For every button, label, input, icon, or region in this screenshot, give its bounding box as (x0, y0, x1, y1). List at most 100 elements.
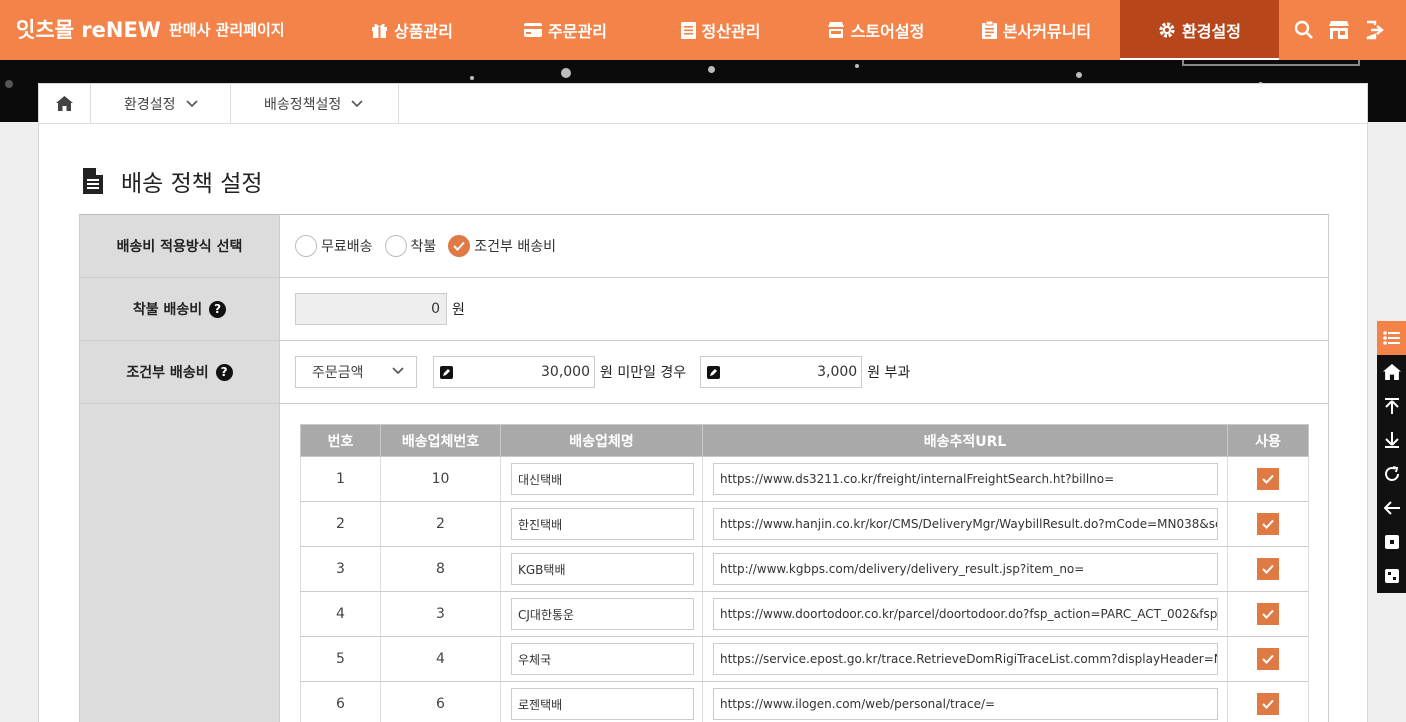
tracking-url-input[interactable]: http://www.kgbps.com/delivery/delivery_r… (713, 553, 1218, 585)
page-title-text: 배송 정책 설정 (121, 171, 263, 197)
right-quick-toolbar (1377, 321, 1406, 593)
breadcrumb: 환경설정 배송정책설정 (39, 84, 1367, 124)
search-icon[interactable] (1294, 20, 1314, 40)
clipboard-icon (981, 21, 997, 39)
nav-order[interactable]: 주문관리 (488, 0, 643, 60)
cell-code: 6 (380, 681, 501, 722)
main-nav: 상품관리 주문관리 정산관리 스토어설정 본사커뮤니티 환경설정 (336, 0, 1279, 60)
select-value: 주문금액 (312, 365, 364, 381)
home-icon (56, 96, 73, 111)
use-checkbox[interactable] (1257, 693, 1279, 715)
store-icon (827, 22, 844, 38)
cond-value-cell: 주문금액 30,000 원 미만일 경우 3,000 원 부과 (279, 341, 1329, 403)
radio-circle[interactable] (384, 235, 407, 257)
nav-settlement[interactable]: 정산관리 (643, 0, 798, 60)
tracking-url-input[interactable]: https://service.epost.go.kr/trace.Retrie… (713, 643, 1218, 675)
pencil-icon (707, 365, 721, 379)
nav-store[interactable]: 스토어설정 (798, 0, 953, 60)
radio-circle[interactable] (295, 235, 317, 257)
check-icon (1262, 519, 1274, 529)
dice-icon (1384, 569, 1399, 583)
nav-settings[interactable]: 환경설정 (1120, 0, 1279, 60)
use-checkbox[interactable] (1257, 648, 1279, 670)
carrier-name-input[interactable]: CJ대한통운 (511, 598, 694, 630)
top-nav-bar: 잇츠몰 reNEW 판매사 관리페이지 상품관리 주문관리 정산관리 스토어설정… (0, 0, 1406, 60)
nav-label: 환경설정 (1182, 22, 1241, 41)
storefront-icon[interactable] (1328, 20, 1350, 40)
breadcrumb-level2[interactable]: 배송정책설정 (231, 84, 399, 123)
gift-icon (372, 23, 388, 38)
tracking-url-input[interactable]: https://www.ilogen.com/web/personal/trac… (713, 688, 1218, 720)
tracking-url-input[interactable]: https://www.doortodoor.co.kr/parcel/door… (713, 598, 1218, 630)
cond-text-2: 원 부과 (867, 365, 911, 381)
chevron-down-icon (185, 99, 198, 107)
radio-cod[interactable]: 착불 (384, 235, 436, 257)
col-use: 사용 (1227, 424, 1309, 457)
table-row: 2 2 한진택배 https://www.hanjin.co.kr/kor/CM… (300, 501, 1309, 547)
fee-input[interactable]: 3,000 (700, 356, 863, 388)
top-icons (1294, 0, 1384, 60)
won-unit: 원 (452, 302, 465, 318)
method-options: 무료배송 착불 조건부 배송비 (279, 215, 1329, 277)
arrow-left-icon (1383, 501, 1400, 515)
use-checkbox[interactable] (1257, 468, 1279, 490)
check-icon (1262, 654, 1274, 664)
fee-value: 3,000 (817, 364, 858, 380)
tracking-url-input[interactable]: https://www.hanjin.co.kr/kor/CMS/Deliver… (713, 508, 1218, 540)
tracking-url-input[interactable]: https://www.ds3211.co.kr/freight/interna… (713, 463, 1218, 495)
home-button[interactable] (1377, 355, 1406, 389)
card-icon (524, 23, 543, 37)
row-cod: 착불 배송비 ? 0 원 (79, 278, 1329, 341)
threshold-value: 30,000 (541, 364, 590, 380)
chevron-down-icon (392, 367, 404, 375)
dice-button[interactable] (1377, 559, 1406, 593)
col-code: 배송업체번호 (380, 424, 501, 457)
carrier-name-input[interactable]: 대신택배 (511, 463, 694, 495)
back-button[interactable] (1377, 491, 1406, 525)
arrow-to-bottom-icon (1384, 432, 1399, 448)
table-row: 4 3 CJ대한통운 https://www.doortodoor.co.kr/… (300, 591, 1309, 637)
logout-icon[interactable] (1364, 20, 1384, 40)
nav-product[interactable]: 상품관리 (336, 0, 488, 60)
carrier-name-input[interactable]: 한진택배 (511, 508, 694, 540)
content-panel: 환경설정 배송정책설정 배송 정책 설정 배송비 적용방식 선택 무료배송 착불 (38, 83, 1368, 722)
brand-sub: 판매사 관리페이지 (168, 20, 285, 39)
row-method: 배송비 적용방식 선택 무료배송 착불 조건부 배송비 (79, 215, 1329, 278)
carrier-name-input[interactable]: 우체국 (511, 643, 694, 675)
nav-label: 주문관리 (548, 22, 607, 41)
cell-code: 3 (380, 591, 501, 637)
help-icon[interactable]: ? (215, 363, 233, 381)
breadcrumb-level1-label: 환경설정 (124, 96, 176, 113)
home-icon (1382, 364, 1401, 380)
menu-list-button[interactable] (1377, 321, 1406, 355)
cod-label-text: 착불 배송비 (132, 302, 203, 318)
scroll-top-button[interactable] (1377, 389, 1406, 423)
small-square-button[interactable] (1377, 525, 1406, 559)
radio-free[interactable]: 무료배송 (295, 235, 373, 257)
nav-community[interactable]: 본사커뮤니티 (953, 0, 1120, 60)
carrier-name-input[interactable]: 로젠택배 (511, 688, 694, 720)
breadcrumb-level2-label: 배송정책설정 (264, 96, 342, 113)
carrier-table-header: 번호 배송업체번호 배송업체명 배송추적URL 사용 (300, 424, 1309, 457)
help-icon[interactable]: ? (209, 300, 227, 318)
scroll-bottom-button[interactable] (1377, 423, 1406, 457)
check-icon (453, 241, 466, 251)
radio-conditional[interactable]: 조건부 배송비 (448, 235, 556, 257)
page-title: 배송 정책 설정 (83, 164, 263, 198)
threshold-input[interactable]: 30,000 (433, 356, 595, 388)
refresh-button[interactable] (1377, 457, 1406, 491)
use-checkbox[interactable] (1257, 513, 1279, 535)
check-icon (1262, 474, 1274, 484)
brand-logo[interactable]: 잇츠몰 reNEW 판매사 관리페이지 (16, 0, 285, 58)
cond-basis-select[interactable]: 주문금액 (295, 356, 417, 388)
use-checkbox[interactable] (1257, 558, 1279, 580)
cond-label-text: 조건부 배송비 (126, 365, 209, 381)
use-checkbox[interactable] (1257, 603, 1279, 625)
carrier-name-input[interactable]: KGB택배 (511, 553, 694, 585)
carrier-label-cell (79, 404, 279, 722)
breadcrumb-level1[interactable]: 환경설정 (91, 84, 231, 123)
col-name: 배송업체명 (500, 424, 703, 457)
radio-circle-checked[interactable] (448, 235, 471, 257)
nav-label: 상품관리 (394, 22, 453, 41)
breadcrumb-home[interactable] (39, 84, 91, 123)
